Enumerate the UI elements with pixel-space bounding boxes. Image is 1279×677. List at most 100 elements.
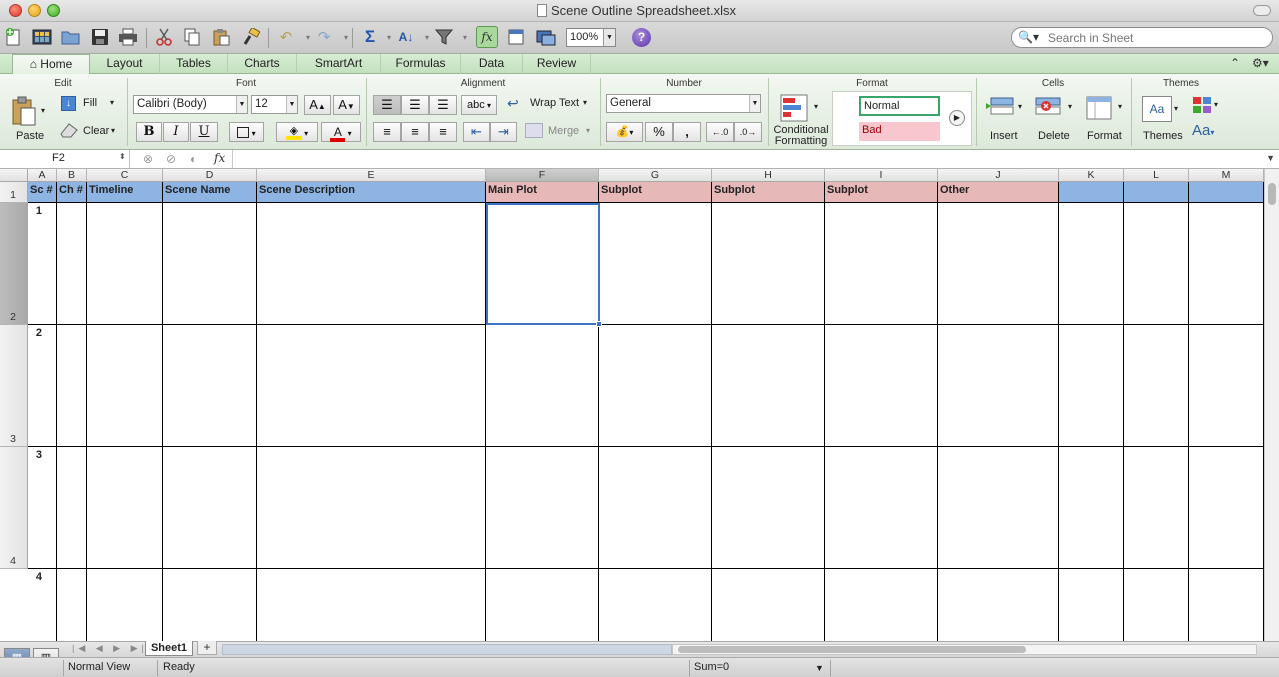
percent-button[interactable]: %	[645, 122, 673, 142]
select-all-corner[interactable]	[0, 169, 28, 182]
header-cell-l[interactable]	[1124, 182, 1189, 203]
align-middle-icon[interactable]: ☰	[401, 95, 429, 115]
worksheet-grid[interactable]: A B C D E F G H I J K L M 1 2 3 4 Sc # Ch # Timeline Scene N…	[0, 169, 1264, 641]
insert-cells-icon[interactable]	[985, 94, 1015, 122]
column-header-i[interactable]: I	[825, 169, 938, 182]
header-cell-e[interactable]: Scene Description	[257, 182, 486, 203]
insert-dropdown-icon[interactable]: ▾	[1018, 102, 1022, 111]
copy-icon[interactable]	[181, 26, 203, 48]
table-cell[interactable]	[712, 203, 825, 325]
cancel-entry-icon[interactable]: ⊗	[143, 152, 153, 166]
fill-button[interactable]: Fill	[83, 97, 97, 109]
borders-button[interactable]: ▾	[229, 122, 264, 142]
sort-icon[interactable]: A↓	[395, 26, 417, 48]
table-cell[interactable]	[599, 569, 712, 641]
cut-icon[interactable]	[153, 26, 175, 48]
table-cell[interactable]	[712, 325, 825, 447]
theme-colors-dropdown-icon[interactable]: ▾	[1214, 100, 1218, 109]
conditional-formatting-icon[interactable]	[780, 94, 810, 122]
delete-dropdown-icon[interactable]: ▾	[1068, 102, 1072, 111]
format-cells-icon[interactable]	[1085, 94, 1115, 122]
formula-builder-icon[interactable]: fx	[476, 26, 498, 48]
align-top-icon[interactable]: ☰	[373, 95, 401, 115]
decrease-indent-icon[interactable]: ⇤	[463, 122, 490, 142]
table-cell[interactable]	[938, 447, 1059, 569]
header-cell-k[interactable]	[1059, 182, 1124, 203]
undo-icon[interactable]: ↶	[275, 26, 297, 48]
scene-number-cell[interactable]: 4	[28, 569, 57, 641]
header-cell-b[interactable]: Ch #	[57, 182, 87, 203]
filter-icon[interactable]	[433, 26, 455, 48]
table-cell[interactable]	[712, 569, 825, 641]
scene-number-cell[interactable]: 1	[28, 203, 57, 325]
zoom-select[interactable]: 100% ▼	[566, 28, 616, 47]
tab-layout[interactable]: Layout	[90, 54, 160, 74]
paste-button[interactable]: Paste	[16, 130, 44, 142]
table-cell[interactable]	[1124, 203, 1189, 325]
themes-icon[interactable]: Aa	[1142, 96, 1172, 122]
table-cell[interactable]	[825, 203, 938, 325]
table-cell[interactable]	[257, 569, 486, 641]
table-cell[interactable]	[257, 447, 486, 569]
header-cell-m[interactable]	[1189, 182, 1264, 203]
table-cell[interactable]	[163, 203, 257, 325]
number-format-select[interactable]: General ▼	[606, 94, 761, 113]
collapse-ribbon-icon[interactable]: ⌃	[1230, 56, 1240, 70]
table-cell[interactable]	[57, 569, 87, 641]
table-cell[interactable]	[712, 447, 825, 569]
scene-number-cell[interactable]: 2	[28, 325, 57, 447]
font-size-dropdown-icon[interactable]: ▼	[286, 96, 297, 113]
zoom-window-button[interactable]	[47, 4, 60, 17]
table-cell[interactable]	[57, 325, 87, 447]
new-document-icon[interactable]	[3, 26, 25, 48]
close-window-button[interactable]	[9, 4, 22, 17]
increase-decimal-icon[interactable]: ←.0	[706, 122, 734, 142]
clear-button[interactable]: Clear	[83, 125, 109, 137]
ribbon-settings-icon[interactable]: ⚙▾	[1252, 56, 1269, 70]
table-cell[interactable]	[257, 203, 486, 325]
table-cell[interactable]	[1124, 325, 1189, 447]
header-cell-d[interactable]: Scene Name	[163, 182, 257, 203]
delete-button[interactable]: Delete	[1038, 130, 1070, 142]
format-dropdown-icon[interactable]: ▾	[1118, 102, 1122, 111]
add-sheet-button[interactable]: +	[197, 641, 217, 655]
column-header-e[interactable]: E	[257, 169, 486, 182]
table-cell[interactable]	[1059, 569, 1124, 641]
row-header-1[interactable]: 1	[0, 182, 28, 203]
font-size-select[interactable]: 12 ▼	[251, 95, 298, 114]
eraser-icon[interactable]	[59, 122, 79, 141]
help-button[interactable]: ?	[632, 28, 651, 47]
table-cell[interactable]	[1124, 569, 1189, 641]
header-cell-f[interactable]: Main Plot	[486, 182, 599, 203]
row-header-3[interactable]: 3	[0, 325, 28, 447]
header-cell-j[interactable]: Other	[938, 182, 1059, 203]
merge-button[interactable]: Merge	[548, 125, 579, 137]
align-center-icon[interactable]: ≡	[401, 122, 429, 142]
table-cell[interactable]	[1189, 203, 1264, 325]
header-cell-a[interactable]: Sc #	[28, 182, 57, 203]
tab-data[interactable]: Data	[461, 54, 523, 74]
header-cell-i[interactable]: Subplot	[825, 182, 938, 203]
column-header-g[interactable]: G	[599, 169, 712, 182]
row-header-4[interactable]: 4	[0, 447, 28, 569]
column-header-d[interactable]: D	[163, 169, 257, 182]
align-bottom-icon[interactable]: ☰	[429, 95, 457, 115]
table-cell[interactable]	[1059, 325, 1124, 447]
underline-button[interactable]: U	[190, 122, 218, 142]
column-header-a[interactable]: A	[28, 169, 57, 182]
tab-charts[interactable]: Charts	[228, 54, 297, 74]
paste-dropdown-icon[interactable]: ▾	[41, 106, 45, 115]
formula-input[interactable]	[232, 150, 1262, 168]
paste-icon[interactable]	[210, 26, 232, 48]
sum-status[interactable]: Sum=0	[694, 661, 729, 673]
save-icon[interactable]	[89, 26, 111, 48]
media-browser-icon[interactable]	[535, 26, 557, 48]
search-icon[interactable]: 🔍▾	[1018, 30, 1039, 44]
wrap-text-icon[interactable]: ↩	[507, 95, 519, 112]
redo-icon[interactable]: ↷	[313, 26, 335, 48]
wrap-text-dropdown-icon[interactable]: ▾	[583, 98, 587, 107]
table-cell[interactable]	[486, 203, 599, 325]
table-cell[interactable]	[938, 569, 1059, 641]
insert-function-toggle-icon[interactable]: ◐	[190, 152, 197, 166]
font-color-button[interactable]: A ▾	[321, 122, 361, 142]
